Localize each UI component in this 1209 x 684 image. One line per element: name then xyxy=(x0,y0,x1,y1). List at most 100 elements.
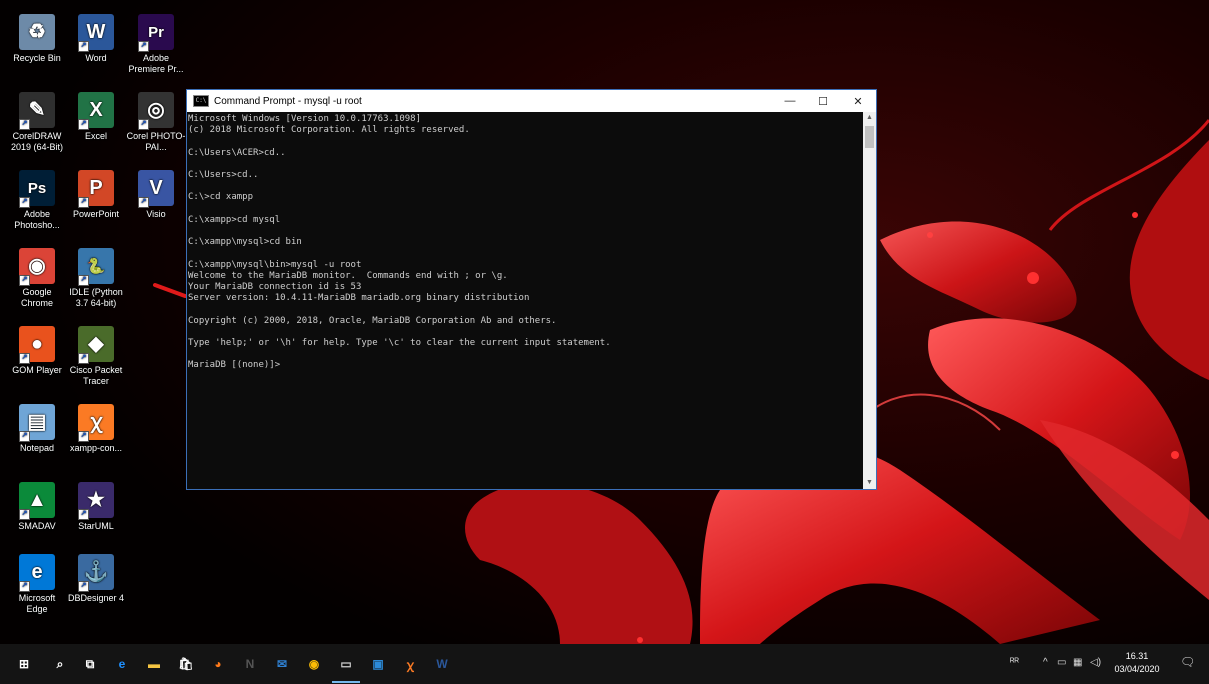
chrome-taskbar-icon[interactable]: ◉ xyxy=(304,654,324,674)
desktop-icon[interactable]: ♻ Recycle Bin xyxy=(7,14,67,64)
start-icon[interactable]: ⊞ xyxy=(14,654,34,674)
store-icon[interactable]: 🛍 xyxy=(176,654,196,674)
desktop-icon-label: Notepad xyxy=(19,443,55,453)
console-line: MariaDB [(none)]> xyxy=(188,360,281,371)
staruml-icon: ★ ↗ xyxy=(78,482,114,520)
close-button[interactable]: ✕ xyxy=(838,90,878,112)
visio-icon: V ↗ xyxy=(138,170,174,208)
desktop-icon-label: Corel PHOTO-PAI... xyxy=(126,131,186,152)
shortcut-arrow-icon: ↗ xyxy=(19,353,30,364)
desktop-icon-label: Microsoft Edge xyxy=(18,593,56,614)
shortcut-arrow-icon: ↗ xyxy=(78,581,89,592)
shortcut-arrow-icon: ↗ xyxy=(78,431,89,442)
shortcut-arrow-icon: ↗ xyxy=(78,41,89,52)
desktop-icon-label: Google Chrome xyxy=(20,287,53,308)
cmd-taskbar-icon[interactable]: ▭ xyxy=(332,654,360,683)
battery-icon[interactable]: ▭ xyxy=(1057,657,1066,668)
shortcut-arrow-icon: ↗ xyxy=(19,581,30,592)
desktop-icon[interactable]: ⚓ ↗ DBDesigner 4 xyxy=(66,554,126,604)
word-taskbar-icon[interactable]: W xyxy=(432,654,452,674)
gom-player-icon: ● ↗ xyxy=(19,326,55,364)
desktop-icon[interactable]: ◆ ↗ Cisco Packet Tracer xyxy=(66,326,126,387)
shortcut-arrow-icon: ↗ xyxy=(78,197,89,208)
photos-taskbar-icon[interactable]: ▣ xyxy=(368,654,388,674)
desktop-icon[interactable]: 🐍 ↗ IDLE (Python 3.7 64-bit) xyxy=(66,248,126,309)
xampp-icon: ꭓ ↗ xyxy=(78,404,114,442)
shortcut-arrow-icon: ↗ xyxy=(19,509,30,520)
clock-date: 03/04/2020 xyxy=(1114,664,1160,674)
search-icon[interactable]: ⌕ xyxy=(50,654,70,674)
shortcut-arrow-icon: ↗ xyxy=(78,353,89,364)
desktop-icon[interactable]: e ↗ Microsoft Edge xyxy=(7,554,67,615)
desktop-icon[interactable]: ● ↗ GOM Player xyxy=(7,326,67,376)
word-icon: W ↗ xyxy=(78,14,114,52)
desktop-icon-label: xampp-con... xyxy=(69,443,123,453)
shortcut-arrow-icon: ↗ xyxy=(138,41,149,52)
desktop-icon[interactable]: ◎ ↗ Corel PHOTO-PAI... xyxy=(126,92,186,153)
premiere-icon: Pr ↗ xyxy=(138,14,174,52)
python-idle-icon: 🐍 ↗ xyxy=(78,248,114,286)
desktop-icon-label: StarUML xyxy=(78,521,114,531)
network-icon[interactable]: ▦ xyxy=(1073,657,1082,668)
edge-icon: e ↗ xyxy=(19,554,55,592)
console-line: Copyright (c) 2000, 2018, Oracle, MariaD… xyxy=(188,315,557,326)
desktop-icon-label: DBDesigner 4 xyxy=(67,593,125,603)
xampp-taskbar-icon[interactable]: ꭓ xyxy=(400,654,420,674)
coreldraw-icon: ✎ ↗ xyxy=(19,92,55,130)
cmd-scrollbar[interactable]: ▲ ▼ xyxy=(863,112,876,489)
desktop-icon[interactable]: ▲ ↗ SMADAV xyxy=(7,482,67,532)
shortcut-arrow-icon: ↗ xyxy=(138,197,149,208)
onenote-icon[interactable]: N xyxy=(240,654,260,674)
desktop-icon[interactable]: ★ ↗ StarUML xyxy=(66,482,126,532)
console-line: C:\xampp>cd mysql xyxy=(188,214,281,225)
shortcut-arrow-icon: ↗ xyxy=(78,119,89,130)
desktop-icon[interactable]: V ↗ Visio xyxy=(126,170,186,220)
desktop-icon[interactable]: P ↗ PowerPoint xyxy=(66,170,126,220)
console-line: Welcome to the MariaDB monitor. Commands… xyxy=(188,270,508,281)
file-explorer-icon[interactable]: ▬ xyxy=(144,654,164,674)
desktop-icon-label: CorelDRAW 2019 (64-Bit) xyxy=(10,131,64,152)
desktop-icon[interactable]: Ps ↗ Adobe Photosho... xyxy=(7,170,67,231)
firefox-icon[interactable]: ◕ xyxy=(208,654,228,674)
desktop-icon[interactable]: ꭓ ↗ xampp-con... xyxy=(66,404,126,454)
scroll-thumb[interactable] xyxy=(865,126,874,148)
people-icon[interactable]: ᴿᴿ xyxy=(1010,657,1019,668)
scroll-up-icon[interactable]: ▲ xyxy=(863,112,876,124)
cmd-console-output[interactable]: Microsoft Windows [Version 10.0.17763.10… xyxy=(187,112,862,489)
cmd-titlebar[interactable]: C:\ Command Prompt - mysql -u root — ☐ ✕ xyxy=(187,90,876,112)
chevron-up-icon[interactable]: ^ xyxy=(1043,657,1048,668)
mail-icon[interactable]: ✉ xyxy=(272,654,292,674)
desktop-icon-label: GOM Player xyxy=(12,365,62,375)
dbdesigner-icon: ⚓ ↗ xyxy=(78,554,114,592)
scroll-down-icon[interactable]: ▼ xyxy=(863,477,876,489)
desktop-icon[interactable]: ✎ ↗ CorelDRAW 2019 (64-Bit) xyxy=(7,92,67,153)
desktop-icon[interactable]: W ↗ Word xyxy=(66,14,126,64)
volume-icon[interactable]: ◁) xyxy=(1090,657,1101,668)
console-line: Your MariaDB connection id is 53 xyxy=(188,281,362,292)
excel-icon: X ↗ xyxy=(78,92,114,130)
desktop-icon[interactable]: X ↗ Excel xyxy=(66,92,126,142)
task-view-icon[interactable]: ⧉ xyxy=(80,654,100,674)
notifications-icon[interactable]: 🗨 xyxy=(1180,655,1195,669)
notepad-icon: ▤ ↗ xyxy=(19,404,55,442)
edge-taskbar-icon[interactable]: e xyxy=(112,654,132,674)
maximize-button[interactable]: ☐ xyxy=(803,90,843,112)
console-line: C:\Users\ACER>cd.. xyxy=(188,147,286,158)
console-line: C:\Users>cd.. xyxy=(188,169,259,180)
shortcut-arrow-icon: ↗ xyxy=(19,119,30,130)
desktop-icon-label: Adobe Photosho... xyxy=(14,209,60,230)
desktop-icon[interactable]: Pr ↗ Adobe Premiere Pr... xyxy=(126,14,186,75)
command-prompt-window[interactable]: C:\ Command Prompt - mysql -u root — ☐ ✕… xyxy=(186,89,877,490)
shortcut-arrow-icon: ↗ xyxy=(138,119,149,130)
desktop-icon[interactable]: ▤ ↗ Notepad xyxy=(7,404,67,454)
corel-photopaint-icon: ◎ ↗ xyxy=(138,92,174,130)
shortcut-arrow-icon: ↗ xyxy=(19,197,30,208)
clock[interactable]: 16.31 03/04/2020 xyxy=(1111,650,1163,676)
desktop-icon[interactable]: ◉ ↗ Google Chrome xyxy=(7,248,67,309)
clock-time: 16.31 xyxy=(1125,651,1149,661)
